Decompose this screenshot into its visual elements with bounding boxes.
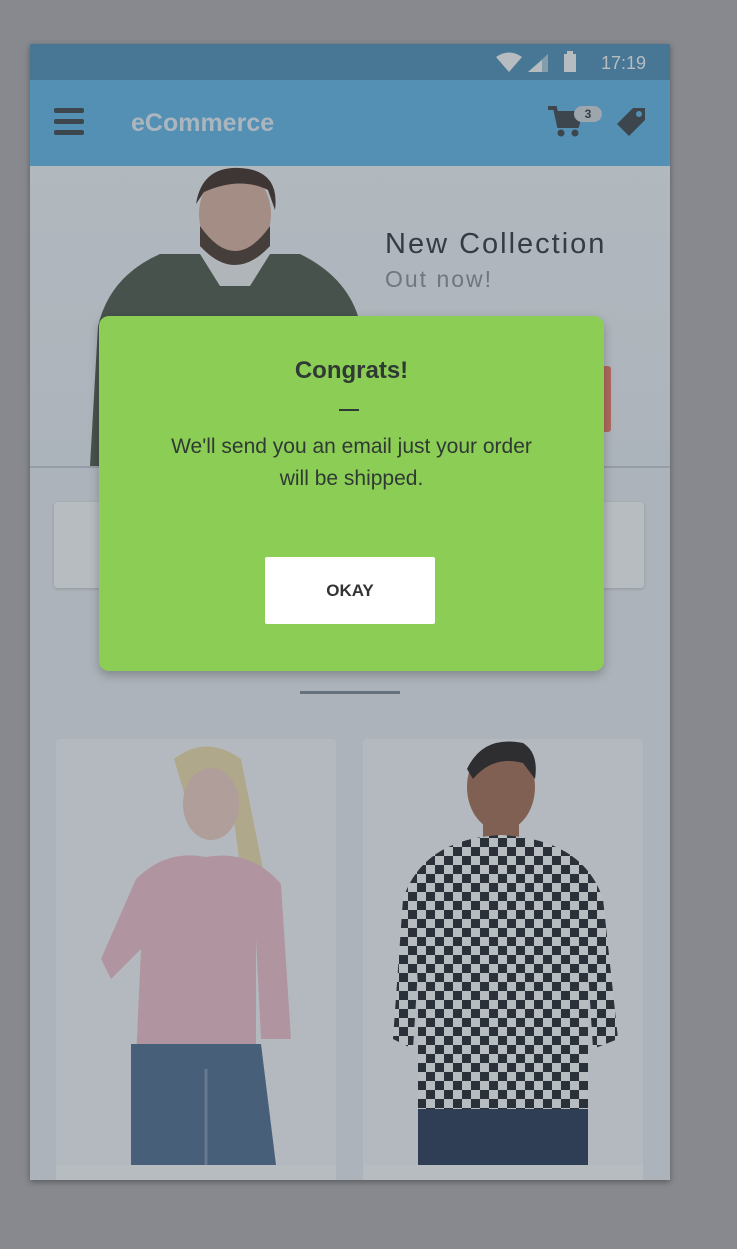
phone-screen: 17:19 eCommerce 3 New Collection Out now… xyxy=(30,44,670,1180)
okay-button[interactable]: OKAY xyxy=(265,557,435,624)
dialog-divider xyxy=(339,409,359,411)
dialog-title: Congrats! xyxy=(294,357,409,384)
success-dialog: Congrats! We'll send you an email just y… xyxy=(99,316,604,671)
dialog-message: We'll send you an email just your order … xyxy=(171,435,532,490)
